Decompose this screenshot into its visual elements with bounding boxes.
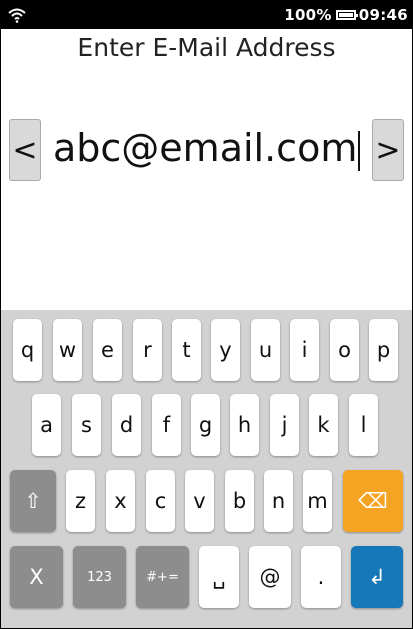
key-w[interactable]: w (53, 319, 82, 381)
key-b[interactable]: b (225, 470, 254, 532)
key-f[interactable]: f (152, 394, 181, 456)
wifi-icon (8, 8, 26, 23)
shift-key[interactable]: ⇧ (10, 470, 56, 532)
previous-button[interactable]: < (9, 119, 41, 181)
key-s[interactable]: s (72, 394, 101, 456)
email-input[interactable]: abc@email.com (53, 122, 361, 174)
page-title: Enter E-Mail Address (77, 33, 336, 62)
battery-percent: 100% (284, 6, 332, 24)
key-p[interactable]: p (369, 319, 398, 381)
key-e[interactable]: e (93, 319, 122, 381)
key-t[interactable]: t (172, 319, 201, 381)
key-z[interactable]: z (66, 470, 95, 532)
key-i[interactable]: i (290, 319, 319, 381)
key-m[interactable]: m (303, 470, 332, 532)
key-d[interactable]: d (112, 394, 141, 456)
screen: 100% 09:46 Enter E-Mail Address < abc@em… (1, 1, 412, 628)
symbols-key[interactable]: #+= (136, 546, 189, 608)
backspace-key[interactable]: ⌫ (343, 470, 403, 532)
enter-key[interactable]: ↲ (351, 546, 403, 608)
key-l[interactable]: l (349, 394, 378, 456)
text-caret (358, 130, 361, 171)
next-button[interactable]: > (372, 119, 404, 181)
key-a[interactable]: a (32, 394, 61, 456)
space-key[interactable]: ␣ (199, 546, 239, 608)
battery-icon (335, 10, 358, 20)
clock: 09:46 (358, 6, 408, 24)
status-bar: 100% 09:46 (1, 1, 412, 29)
key-g[interactable]: g (191, 394, 220, 456)
numbers-key[interactable]: 123 (73, 546, 126, 608)
key-c[interactable]: c (146, 470, 175, 532)
key-k[interactable]: k (309, 394, 338, 456)
close-keyboard-key[interactable]: X (10, 546, 63, 608)
key-r[interactable]: r (133, 319, 162, 381)
email-input-value: abc@email.com (53, 126, 358, 170)
at-key[interactable]: @ (249, 546, 291, 608)
dot-key[interactable]: . (301, 546, 341, 608)
numbers-key-label: 123 (87, 569, 112, 585)
key-y[interactable]: y (211, 319, 240, 381)
key-o[interactable]: o (330, 319, 359, 381)
on-screen-keyboard: q w e r t y u i o p a s d f g h j k l ⇧ … (1, 310, 412, 628)
symbols-key-label: #+= (146, 569, 179, 585)
key-v[interactable]: v (185, 470, 214, 532)
key-h[interactable]: h (230, 394, 259, 456)
key-n[interactable]: n (264, 470, 293, 532)
key-q[interactable]: q (13, 319, 42, 381)
key-u[interactable]: u (251, 319, 280, 381)
key-x[interactable]: x (106, 470, 135, 532)
key-j[interactable]: j (270, 394, 299, 456)
